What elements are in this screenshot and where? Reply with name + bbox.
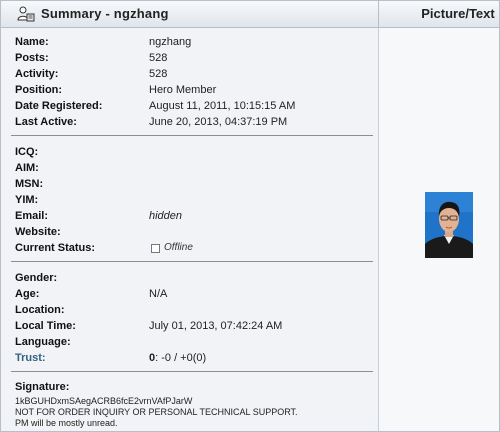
signature-line: NOT FOR ORDER INQUIRY OR PERSONAL TECHNI… <box>15 407 298 417</box>
status-value: Offline <box>164 242 193 253</box>
signature-line: PM will be mostly unread. <box>15 418 118 428</box>
last-active-value: June 20, 2013, 04:37:19 PM <box>149 116 288 128</box>
picture-text-header: Picture/Text <box>421 6 495 21</box>
yim-label: YIM: <box>15 194 39 206</box>
section-divider <box>11 371 373 372</box>
offline-status-icon <box>151 244 160 253</box>
posts-value: 528 <box>149 52 168 64</box>
aim-label: AIM: <box>15 162 39 174</box>
position-value: Hero Member <box>149 84 217 96</box>
msn-label: MSN: <box>15 178 44 190</box>
user-profile-icon <box>17 6 35 22</box>
last-active-label: Last Active: <box>15 116 77 128</box>
language-label: Language: <box>15 336 71 348</box>
local-time-label: Local Time: <box>15 320 76 332</box>
gender-label: Gender: <box>15 272 58 284</box>
name-label: Name: <box>15 36 49 48</box>
trust-link[interactable]: Trust: <box>15 350 46 366</box>
email-value: hidden <box>149 210 183 222</box>
current-status-label: Current Status: <box>15 242 96 254</box>
summary-header: Summary - ngzhang <box>1 1 379 27</box>
signature-line: 1kBGUHDxmSAegACRB6fcE2vrnVAfPJarW <box>15 396 193 406</box>
section-divider <box>11 261 373 262</box>
position-label: Position: <box>15 84 63 96</box>
signature-label: Signature: <box>15 381 70 393</box>
trust-value: 0: -0 / +0(0) <box>149 350 206 366</box>
local-time-value: July 01, 2013, 07:42:24 AM <box>149 320 283 332</box>
panel-header: Summary - ngzhang Picture/Text <box>1 1 499 28</box>
page-title: Summary - ngzhang <box>41 6 169 21</box>
posts-label: Posts: <box>15 52 49 64</box>
email-label: Email: <box>15 210 49 222</box>
date-registered-label: Date Registered: <box>15 100 103 112</box>
date-registered-value: August 11, 2011, 10:15:15 AM <box>149 100 296 112</box>
avatar <box>425 192 473 258</box>
age-label: Age: <box>15 288 40 300</box>
website-label: Website: <box>15 226 61 238</box>
name-value: ngzhang <box>149 36 192 48</box>
trust-detail: : -0 / +0(0) <box>155 352 207 364</box>
age-value: N/A <box>149 288 168 300</box>
profile-panel: Summary - ngzhang Picture/Text Name: ngz… <box>0 0 500 432</box>
section-divider <box>11 135 373 136</box>
icq-label: ICQ: <box>15 146 39 158</box>
activity-value: 528 <box>149 68 168 80</box>
activity-label: Activity: <box>15 68 59 80</box>
location-label: Location: <box>15 304 65 316</box>
